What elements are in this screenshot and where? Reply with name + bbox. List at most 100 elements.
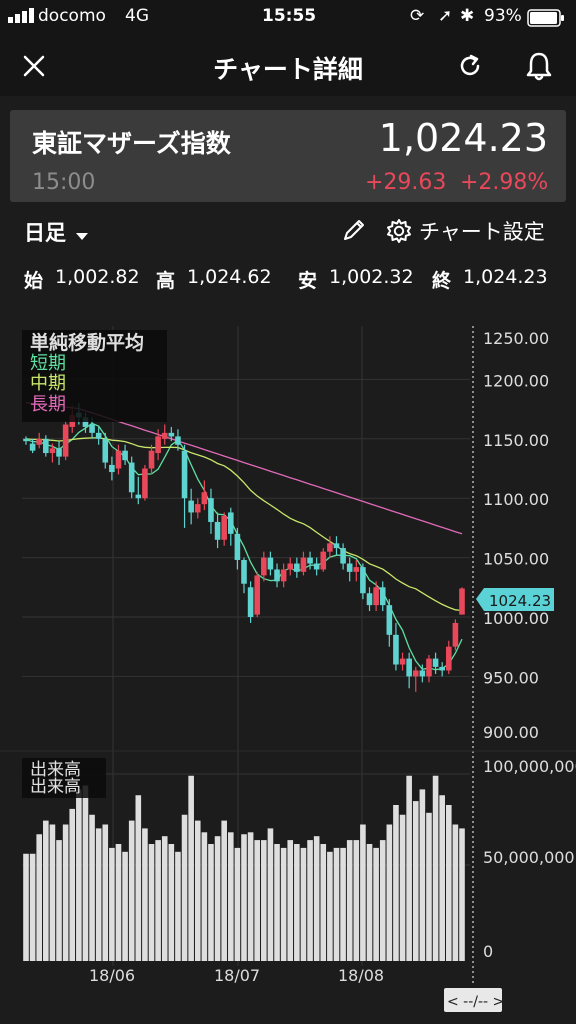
volume-bar — [175, 851, 181, 961]
x-tick-label: 18/08 — [338, 966, 384, 985]
volume-bar — [142, 828, 148, 961]
scroll-label: < --/-- > — [447, 994, 504, 1010]
volume-tick-label: 50,000,000 — [483, 848, 575, 867]
volume-bar — [399, 814, 406, 961]
bell-icon — [526, 52, 552, 81]
candle-body — [62, 424, 69, 457]
volume-bar — [379, 840, 386, 961]
price-time: 15:00 — [32, 170, 96, 195]
volume-bar — [102, 824, 109, 961]
y-tick-label: 1000.00 — [483, 609, 549, 628]
volume-bar — [181, 814, 188, 961]
bluetooth-icon: ✱ — [460, 6, 475, 26]
draw-button[interactable] — [340, 216, 370, 246]
candle-body — [155, 436, 161, 454]
candle-body — [307, 557, 313, 564]
gear-icon — [387, 219, 411, 243]
candle-body — [142, 468, 148, 499]
open-value: 1,002.82 — [55, 266, 140, 288]
volume-bar — [353, 840, 360, 961]
current-price: 1,024.23 — [378, 116, 548, 160]
candle-body — [261, 557, 267, 576]
volume-bar — [294, 844, 300, 961]
legend-mid: 中期 — [30, 373, 66, 394]
candle-body — [241, 559, 247, 584]
candle-body — [36, 438, 43, 445]
volume-bar — [327, 851, 333, 961]
candle-body — [188, 500, 194, 513]
scroll-handle[interactable]: < --/-- > — [444, 988, 504, 1012]
volume-tick-label: 0 — [483, 942, 493, 961]
candle-body — [346, 563, 353, 572]
candle-body — [247, 587, 254, 617]
alert-bell-button[interactable] — [524, 50, 554, 82]
y-tick-label: 1100.00 — [483, 490, 549, 509]
candle-body — [353, 567, 360, 572]
clock: 15:55 — [262, 6, 317, 26]
candle-body — [393, 634, 399, 665]
candle-body — [366, 593, 373, 606]
candle-body — [426, 658, 432, 677]
period-selector[interactable]: 日足 — [24, 217, 89, 247]
network-label: 4G — [125, 6, 149, 26]
battery-icon — [527, 9, 565, 32]
candle-body — [274, 569, 280, 582]
x-tick-label: 18/07 — [214, 966, 260, 985]
volume-bar — [23, 853, 29, 961]
volume-bar — [307, 840, 313, 961]
period-label: 日足 — [24, 221, 66, 245]
volume-bar — [155, 840, 161, 961]
candle-body — [419, 670, 426, 677]
battery-percent: 93% — [484, 6, 522, 26]
volume-bar — [214, 836, 221, 961]
candle-body — [459, 588, 465, 615]
current-price-tag: 1024.23 — [476, 588, 554, 611]
refresh-icon — [460, 54, 480, 76]
volume-bar — [161, 836, 168, 961]
volume-bar — [29, 853, 36, 961]
volume-bar — [261, 840, 267, 961]
candle-body — [333, 543, 340, 549]
legend-short: 短期 — [30, 353, 66, 374]
close-value: 1,024.23 — [463, 266, 548, 288]
candle-body — [23, 438, 29, 442]
candle-body — [89, 424, 95, 433]
candle-body — [175, 436, 181, 445]
candle-body — [406, 658, 412, 677]
volume-bar — [432, 775, 439, 961]
chart-settings-button[interactable]: チャート設定 — [386, 216, 558, 246]
volume-bar — [412, 801, 419, 961]
moving-average-line — [25, 422, 463, 671]
legend: 単純移動平均 短期 中期 長期 — [22, 330, 167, 422]
volume-bar — [320, 844, 327, 961]
refresh-button[interactable] — [456, 52, 484, 80]
volume-bar — [69, 808, 76, 961]
volume-bar — [346, 840, 353, 961]
candle-body — [379, 587, 386, 606]
y-tick-label: 1150.00 — [483, 431, 549, 450]
volume-bar — [128, 820, 135, 961]
volume-bar — [234, 847, 241, 961]
volume-bar — [208, 844, 214, 961]
caret-down-icon — [76, 232, 89, 240]
low-value: 1,002.32 — [329, 266, 414, 288]
candle-body — [227, 512, 234, 534]
candle-body — [128, 462, 135, 493]
legend-title: 単純移動平均 — [30, 331, 144, 354]
candle-body — [161, 432, 168, 439]
volume-bar — [300, 847, 307, 961]
volume-bar — [62, 824, 69, 961]
candle-body — [287, 563, 294, 570]
carrier-label: docomo — [38, 6, 106, 26]
stock-chart[interactable]: 1250.00 1200.00 1150.00 1100.00 1050.00 1000.… — [0, 326, 576, 1024]
location-icon: ➚ — [438, 6, 453, 26]
volume-bar — [227, 832, 234, 961]
candle-body — [445, 646, 452, 671]
volume-bar — [89, 814, 95, 961]
candle-body — [294, 563, 300, 572]
price-change-percent: +2.98% — [460, 170, 549, 195]
candle-body — [115, 450, 122, 469]
index-name: 東証マザーズ指数 — [32, 129, 231, 158]
volume-bar — [439, 795, 445, 961]
navigation-bar: チャート詳細 — [0, 34, 576, 96]
